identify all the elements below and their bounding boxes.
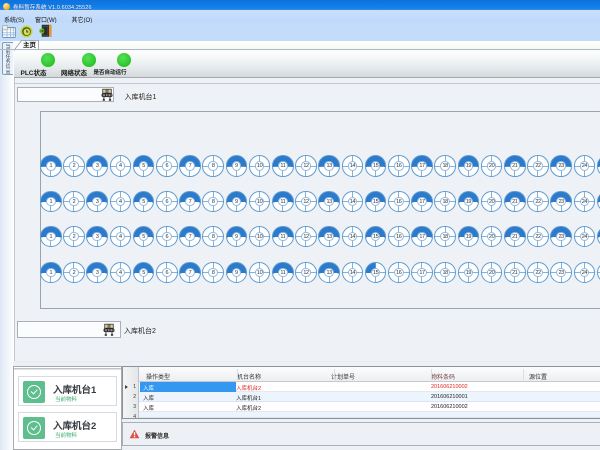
svg-text:主页: 主页 (23, 40, 37, 49)
